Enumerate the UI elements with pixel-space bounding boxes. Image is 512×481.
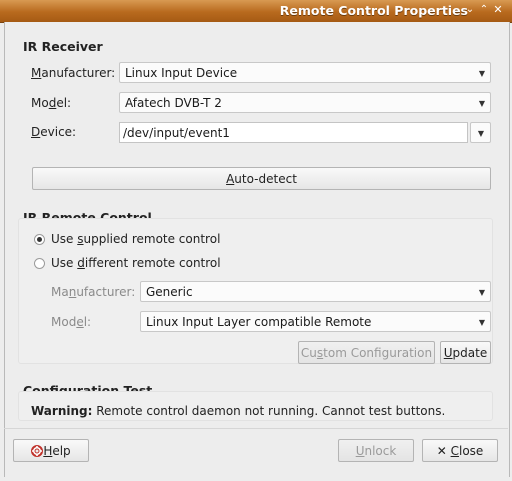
- manufacturer-label: Manufacturer:: [31, 66, 116, 80]
- chevron-down-icon: ▼: [477, 129, 484, 138]
- device-label: Device:: [31, 125, 77, 139]
- manufacturer-value: Linux Input Device: [125, 66, 238, 80]
- model-label: Model:: [31, 96, 72, 110]
- radio-dot: [37, 237, 42, 242]
- model-value: Afatech DVB-T 2: [125, 96, 222, 110]
- warning-prefix: Warning:: [31, 404, 93, 418]
- device-value: /dev/input/event1: [123, 126, 230, 140]
- remote-manufacturer-label: Manufacturer:: [51, 285, 136, 299]
- device-field[interactable]: /dev/input/event1: [119, 122, 468, 143]
- chevron-down-icon: ▼: [478, 288, 485, 297]
- different-remote-radio[interactable]: [34, 258, 45, 269]
- warning-message: Warning: Remote control daemon not runni…: [31, 404, 445, 418]
- different-remote-label[interactable]: Use different remote control: [51, 256, 221, 270]
- remote-model-label: Model:: [51, 315, 92, 329]
- manufacturer-label-text: anufacturer:: [41, 66, 116, 80]
- remote-manufacturer-combo[interactable]: Generic ▼: [140, 281, 491, 302]
- help-lifebuoy-icon: [31, 445, 44, 460]
- model-combo[interactable]: Afatech DVB-T 2 ▼: [119, 92, 491, 113]
- auto-detect-button[interactable]: Auto-detect: [32, 167, 491, 190]
- supplied-remote-label[interactable]: Use supplied remote control: [51, 232, 220, 246]
- remote-model-value: Linux Input Layer compatible Remote: [146, 315, 372, 329]
- close-window-icon[interactable]: ✕: [492, 3, 504, 17]
- remote-model-combo[interactable]: Linux Input Layer compatible Remote ▼: [140, 311, 491, 332]
- device-dropdown-button[interactable]: ▼: [470, 122, 491, 143]
- supplied-remote-radio[interactable]: [34, 234, 45, 245]
- ir-receiver-heading: IR Receiver: [23, 39, 103, 54]
- unlock-button[interactable]: Unlock: [338, 439, 414, 462]
- chevron-down-icon: ▼: [478, 318, 485, 327]
- window-title: Remote Control Properties: [279, 3, 468, 18]
- window-menu-icon[interactable]: ⌄: [464, 3, 476, 17]
- footer-divider: [4, 428, 508, 429]
- update-button[interactable]: Update: [440, 341, 491, 364]
- maximize-icon[interactable]: ⌃: [478, 3, 490, 17]
- chevron-down-icon: ▼: [478, 69, 485, 78]
- title-bar[interactable]: Remote Control Properties ⌄ ⌃ ✕: [0, 0, 512, 23]
- manufacturer-combo[interactable]: Linux Input Device ▼: [119, 62, 491, 83]
- chevron-down-icon: ▼: [478, 99, 485, 108]
- close-x-icon: ✕: [436, 444, 447, 458]
- close-button[interactable]: ✕ Close: [422, 439, 498, 462]
- warning-text: Remote control daemon not running. Canno…: [96, 404, 446, 418]
- remote-manufacturer-value: Generic: [146, 285, 193, 299]
- custom-configuration-button[interactable]: Custom Configuration: [298, 341, 435, 364]
- help-button[interactable]: Help: [13, 439, 89, 462]
